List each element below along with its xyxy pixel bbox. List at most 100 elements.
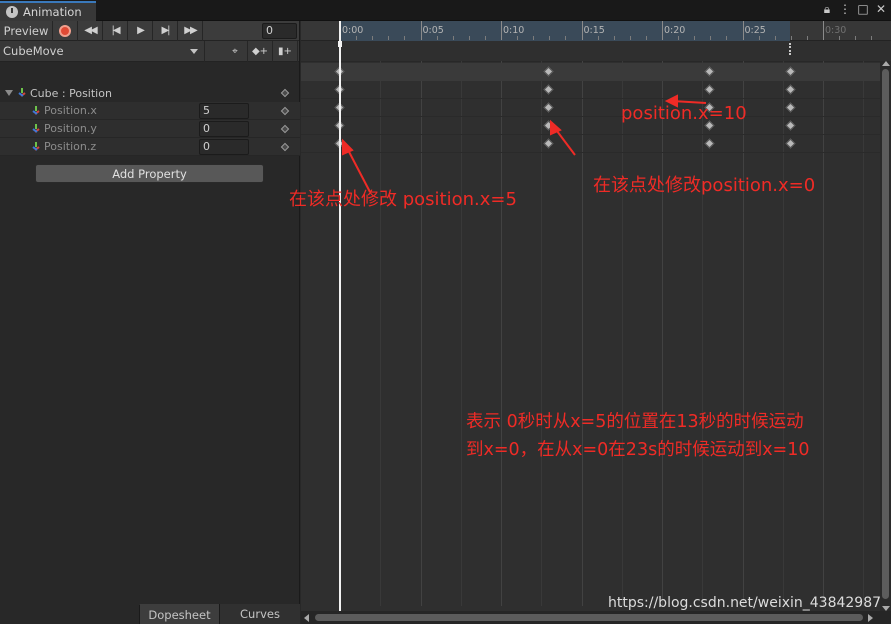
- tab-curves[interactable]: Curves: [219, 604, 300, 624]
- ruler-tick: [678, 36, 680, 40]
- play-icon: ▶: [137, 25, 145, 36]
- ruler-tick: [742, 21, 744, 40]
- property-label: Position.y: [44, 122, 97, 135]
- window-tab-bar: Animation 🔒︎ ⋮ □ ✕: [0, 0, 891, 21]
- playhead[interactable]: [339, 21, 341, 611]
- ruler-tick: [694, 36, 696, 40]
- ruler-tick: [726, 36, 728, 40]
- position-x-field[interactable]: 5: [199, 103, 249, 119]
- maximize-icon[interactable]: □: [857, 2, 869, 17]
- property-row-position-z[interactable]: Position.z 0: [0, 138, 300, 156]
- clip-toolbar: CubeMove ⌖ ◆+ ▮+: [0, 40, 299, 62]
- ruler-tick: [388, 36, 390, 40]
- clip-name: CubeMove: [3, 44, 64, 58]
- time-ruler[interactable]: 0:00 0:05 0:10 0:15 0:20 0:25 0:30: [301, 21, 891, 41]
- add-property-button[interactable]: Add Property: [35, 164, 264, 183]
- horizontal-scrollbar[interactable]: [301, 611, 891, 624]
- ruler-tick: [565, 36, 567, 40]
- record-button[interactable]: [53, 20, 78, 41]
- property-list: Cube : Position Position.x 5 Position.y …: [0, 84, 300, 156]
- property-group-label: Cube : Position: [30, 86, 112, 100]
- ruler-tick: [420, 21, 422, 40]
- playback-toolbar: Preview ◀◀ |◀ ▶ ▶| ▶▶ 0: [0, 20, 299, 41]
- transform-axes-icon: [31, 123, 41, 134]
- animation-tab[interactable]: Animation: [0, 1, 96, 21]
- filter-keys-button[interactable]: ⌖: [223, 40, 248, 62]
- menu-icon[interactable]: ⋮: [839, 2, 851, 17]
- vertical-scrollbar[interactable]: [880, 61, 891, 611]
- ruler-tick: [484, 36, 486, 40]
- add-event-button[interactable]: ▮+: [273, 40, 298, 62]
- property-label: Position.x: [44, 104, 97, 117]
- add-keyframe-icon: ◆+: [251, 45, 269, 57]
- ruler-tick: [452, 36, 454, 40]
- crosshair-icon: ⌖: [232, 45, 238, 57]
- playhead-handle[interactable]: [338, 41, 342, 47]
- view-mode-tabs: Dopesheet Curves: [0, 604, 300, 624]
- ruler-tick: [404, 36, 406, 40]
- animation-tab-label: Animation: [23, 5, 82, 19]
- position-z-field[interactable]: 0: [199, 139, 249, 155]
- ruler-tick: [645, 36, 647, 40]
- first-key-button[interactable]: ◀◀: [78, 20, 103, 41]
- vertical-scroll-thumb[interactable]: [882, 69, 889, 599]
- ruler-label: 0:30: [825, 25, 847, 36]
- annotation-start: 在该点处修改 position.x=5: [289, 189, 517, 210]
- ruler-tick: [549, 36, 551, 40]
- prev-key-button[interactable]: |◀: [103, 20, 128, 41]
- ruler-tick: [710, 36, 712, 40]
- tabs-spacer: [0, 604, 139, 624]
- property-group-row[interactable]: Cube : Position: [0, 84, 300, 102]
- scroll-left-icon[interactable]: [304, 614, 309, 622]
- ruler-label: 0:15: [583, 25, 605, 36]
- ruler-tick: [629, 36, 631, 40]
- property-row-position-y[interactable]: Position.y 0: [0, 120, 300, 138]
- last-key-button[interactable]: ▶▶: [178, 20, 203, 41]
- skip-last-icon: ▶▶: [184, 25, 197, 36]
- position-y-field[interactable]: 0: [199, 121, 249, 137]
- annotation-summary-line1: 表示 0秒时从x=5的位置在13秒的时候运动: [466, 412, 804, 432]
- annotation-summary: 表示 0秒时从x=5的位置在13秒的时候运动 到x=0，在从x=0在23s的时候…: [466, 408, 809, 464]
- annotation-summary-line2: 到x=0，在从x=0在23s的时候运动到x=10: [466, 440, 810, 460]
- ruler-tick: [613, 36, 615, 40]
- add-keyframe-button[interactable]: ◆+: [248, 40, 273, 62]
- step-forward-icon: ▶|: [161, 25, 170, 36]
- lock-icon[interactable]: 🔒︎: [821, 2, 833, 17]
- event-row[interactable]: [301, 42, 891, 62]
- clip-dropdown[interactable]: CubeMove: [0, 40, 205, 62]
- keyframe-toggle-icon[interactable]: [280, 88, 290, 98]
- annotation-late: position.x=10: [621, 103, 747, 124]
- ruler-tick: [501, 21, 502, 40]
- window-buttons: 🔒︎ ⋮ □ ✕: [821, 2, 887, 17]
- scroll-up-icon[interactable]: [882, 61, 890, 66]
- horizontal-scroll-thumb[interactable]: [315, 614, 863, 621]
- property-row-position-x[interactable]: Position.x 5: [0, 102, 300, 120]
- frame-input[interactable]: 0: [262, 23, 297, 39]
- ruler-tick: [356, 36, 358, 40]
- ruler-tick: [823, 21, 824, 40]
- ruler-label: 0:10: [503, 25, 525, 36]
- transform-axes-icon: [31, 141, 41, 152]
- ruler-tick: [758, 36, 760, 40]
- ruler-tick: [517, 36, 519, 40]
- transform-axes-icon: [31, 105, 41, 116]
- skip-first-icon: ◀◀: [84, 25, 97, 36]
- record-icon: [59, 24, 71, 37]
- keyframe-toggle-icon[interactable]: [280, 142, 290, 152]
- expand-triangle-icon[interactable]: [5, 90, 13, 96]
- close-icon[interactable]: ✕: [875, 2, 887, 17]
- ruler-tick: [855, 36, 857, 40]
- ruler-tick: [597, 36, 599, 40]
- play-button[interactable]: ▶: [128, 20, 153, 41]
- ruler-tick: [790, 36, 792, 40]
- preview-button[interactable]: Preview: [0, 20, 53, 41]
- dopesheet-timeline[interactable]: 0:00 0:05 0:10 0:15 0:20 0:25 0:30: [301, 21, 891, 624]
- keyframe-toggle-icon[interactable]: [280, 124, 290, 134]
- ruler-tick: [581, 21, 583, 40]
- ruler-label: 0:05: [422, 25, 444, 36]
- tab-dopesheet[interactable]: Dopesheet: [139, 604, 219, 624]
- ruler-tick: [871, 36, 873, 40]
- keyframe-toggle-icon[interactable]: [280, 106, 290, 116]
- scroll-right-icon[interactable]: [868, 614, 873, 622]
- next-key-button[interactable]: ▶|: [153, 20, 178, 41]
